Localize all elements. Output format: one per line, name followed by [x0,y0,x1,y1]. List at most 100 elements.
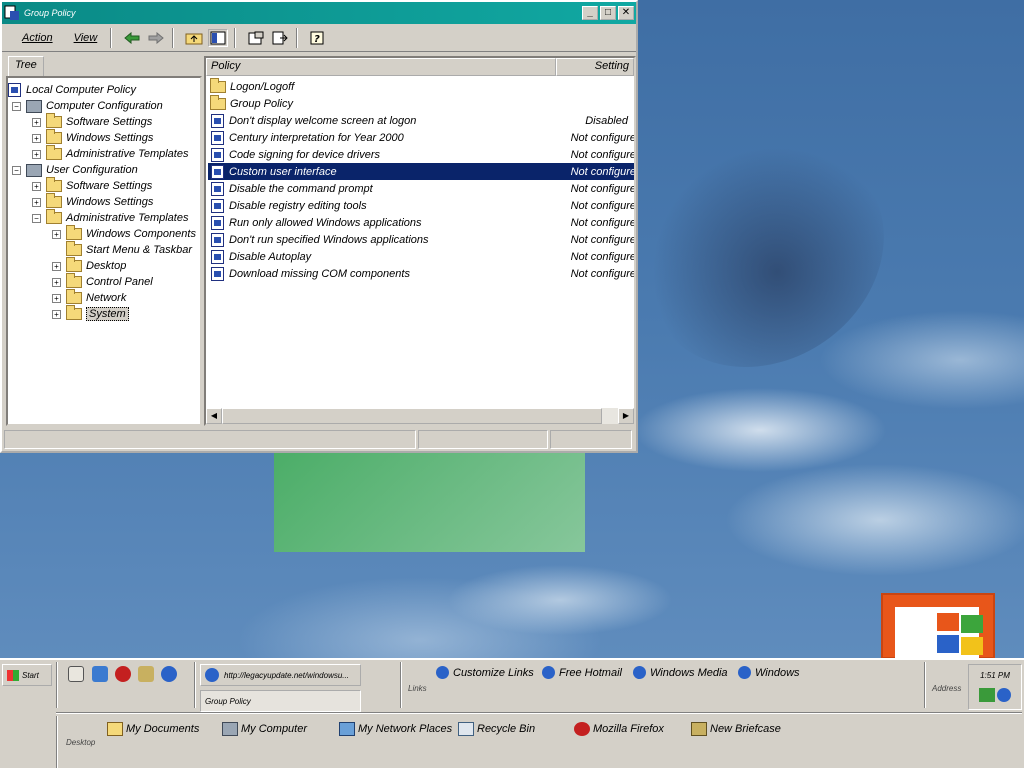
clock[interactable]: 1:51 PM [969,671,1021,680]
expand-icon[interactable]: + [52,261,61,271]
taskbar-separator [400,662,402,708]
desktop-link-new-briefcase[interactable]: New Briefcase [691,722,781,736]
policy-name: Disable Autoplay [229,250,312,263]
desktop-link-my-network-places[interactable]: My Network Places [339,722,452,736]
policy-row[interactable]: Disable registry editing tools Not config… [208,197,634,214]
policy-row[interactable]: Disable Autoplay Not configure [208,248,634,265]
tree-node[interactable]: Local Computer Policy [8,82,136,98]
collapse-icon[interactable]: − [12,165,21,175]
policy-row[interactable]: Group Policy [208,94,634,112]
menu-view[interactable]: View [74,32,98,44]
internet-explorer-icon[interactable] [161,666,177,682]
back-arrow-icon[interactable] [122,29,142,47]
title-bar[interactable]: Group Policy _ □ ✕ [2,2,636,24]
policy-row[interactable]: Century interpretation for Year 2000 Not … [208,129,634,146]
outlook-express-icon[interactable] [92,666,108,682]
forward-arrow-icon[interactable] [146,29,166,47]
firefox-quicklaunch-icon[interactable] [115,666,131,682]
wallpaper-diver-shape [602,97,928,413]
scroll-right-arrow-icon[interactable]: ▶ [618,408,634,424]
expand-icon[interactable]: + [32,149,41,159]
show-hide-tree-icon[interactable] [208,28,229,47]
tree-pane[interactable]: Local Computer Policy − Computer Configura… [6,76,202,426]
tree-node[interactable]: + Desktop [52,257,126,274]
tree-node[interactable]: + Windows Settings [32,193,153,210]
up-folder-icon[interactable] [184,29,204,47]
close-button[interactable]: ✕ [618,6,634,20]
tree-node[interactable]: + Administrative Templates [32,145,188,162]
expand-icon[interactable]: + [32,133,41,143]
horizontal-scrollbar[interactable]: ◀ ▶ [206,408,634,424]
desktop-link-my-computer[interactable]: My Computer [222,722,307,736]
policy-icon [211,232,224,247]
tree-node[interactable]: + Software Settings [32,113,152,130]
policy-row[interactable]: Custom user interface Not configure [208,163,636,180]
taskbar-separator [194,662,196,708]
policy-row[interactable]: Code signing for device drivers Not confi… [208,146,634,163]
tree-node[interactable]: + Software Settings [32,177,152,194]
policy-row[interactable]: Logon/Logoff [208,77,634,95]
expand-icon[interactable]: + [32,181,41,191]
link-free-hotmail[interactable]: Free Hotmail [542,666,622,679]
column-header-policy[interactable]: Policy [206,58,556,76]
expand-icon[interactable]: + [32,117,41,127]
expand-icon[interactable]: + [32,197,41,207]
expand-icon[interactable]: + [52,277,61,287]
expand-icon[interactable]: + [52,229,61,239]
tree-node[interactable]: − User Configuration [12,162,138,178]
user-config-icon [26,163,42,177]
link-windows-media[interactable]: Windows Media [633,666,728,679]
expand-icon[interactable]: + [52,293,61,303]
desktop-link-recycle-bin[interactable]: Recycle Bin [458,722,535,736]
tree-node[interactable]: − Administrative Templates [32,209,188,226]
policy-row[interactable]: Disable the command prompt Not configure [208,180,634,197]
task-button-browser[interactable]: http://legacyupdate.net/windowsu... [200,664,361,686]
policy-row[interactable]: Don't run specified Windows applications… [208,231,634,248]
scroll-left-arrow-icon[interactable]: ◀ [206,408,222,424]
tree-node[interactable]: + Control Panel [52,273,153,290]
start-button[interactable]: Start [2,664,52,686]
update-tray-icon[interactable] [997,688,1011,702]
toolbar: Action View ? [2,24,636,52]
my-network-places-icon [339,722,355,736]
policy-row[interactable]: Run only allowed Windows applications Not… [208,214,634,231]
tree-node[interactable]: Start Menu & Taskbar [52,241,192,258]
link-windows[interactable]: Windows [738,666,800,679]
tree-node[interactable]: + Network [52,289,126,306]
maximize-button[interactable]: □ [600,6,616,20]
task-button-group-policy[interactable]: Group Policy [200,690,361,712]
status-panel-3 [550,430,632,449]
collapse-icon[interactable]: − [32,213,41,223]
policy-list-pane[interactable]: Policy Setting Logon/Logoff Group Policy D… [204,56,636,426]
tree-node-label: Windows Settings [66,132,154,144]
desktop-link-my-documents[interactable]: My Documents [107,722,199,736]
folder-icon [66,225,82,240]
policy-name: Download missing COM components [229,267,410,280]
tree-node[interactable]: + System [52,305,129,322]
tab-tree[interactable]: Tree [8,56,44,76]
expand-icon[interactable]: + [52,309,61,319]
desktop-link-mozilla-firefox[interactable]: Mozilla Firefox [574,722,664,736]
export-list-icon[interactable] [270,29,290,47]
properties-icon[interactable] [246,29,266,47]
policy-row[interactable]: Don't display welcome screen at logon Dis… [208,112,634,129]
toolbar-separator [110,27,113,48]
tree-node[interactable]: + Windows Components [52,225,196,242]
minimize-button[interactable]: _ [582,6,598,20]
link-customize-links[interactable]: Customize Links [436,666,534,679]
show-desktop-icon[interactable] [68,666,84,682]
tree-node[interactable]: − Computer Configuration [12,98,163,114]
tree-node[interactable]: + Windows Settings [32,129,154,146]
folder-icon [210,94,226,110]
help-icon[interactable]: ? [308,29,328,47]
scroll-track[interactable] [602,408,618,424]
policy-setting: Not configure [570,165,636,178]
menu-action[interactable]: Action [22,32,53,44]
briefcase-quicklaunch-icon[interactable] [138,666,154,682]
policy-row[interactable]: Download missing COM components Not confi… [208,265,634,282]
collapse-icon[interactable]: − [12,101,21,111]
firefox-icon [574,722,590,736]
scroll-thumb[interactable] [222,408,602,424]
column-header-setting[interactable]: Setting [556,58,634,76]
network-tray-icon[interactable] [979,688,995,702]
